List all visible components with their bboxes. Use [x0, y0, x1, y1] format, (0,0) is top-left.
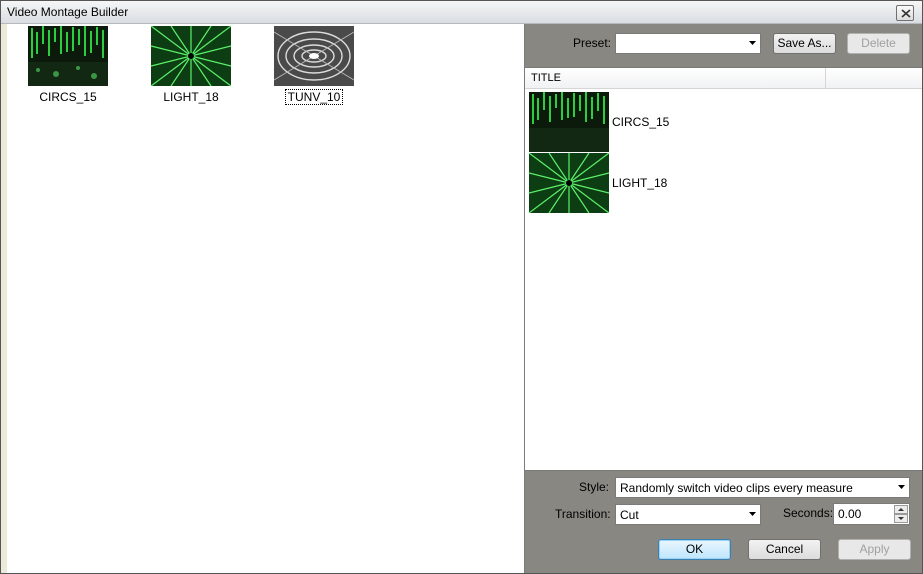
title-bar: Video Montage Builder	[1, 1, 922, 24]
preset-label: Preset:	[573, 36, 612, 50]
close-icon	[901, 9, 911, 18]
chevron-up-icon	[898, 508, 904, 511]
chevron-down-icon	[749, 41, 756, 45]
save-as-button[interactable]: Save As...	[773, 33, 836, 54]
montage-clip-list[interactable]: TITLE CIRCS_15 LIGHT_18	[525, 67, 922, 471]
chevron-down-icon	[898, 517, 904, 520]
list-header: TITLE	[525, 68, 922, 89]
clip-label: LIGHT_18	[163, 90, 219, 104]
transition-dropdown[interactable]: Cut	[615, 504, 761, 525]
style-label: Style:	[579, 480, 610, 494]
list-row[interactable]: LIGHT_18	[529, 153, 889, 213]
spin-up-button[interactable]	[894, 505, 908, 514]
video-montage-builder-window: Video Montage Builder CIRCS_15 LIGHT_18 …	[0, 0, 923, 574]
clip-item-tunv-10[interactable]: TUNV_10	[273, 26, 355, 105]
clip-thumbnail-tunv-10	[274, 26, 354, 86]
seconds-label: Seconds:	[783, 506, 834, 520]
transition-value: Cut	[620, 508, 639, 522]
clip-label: TUNV_10	[284, 89, 344, 105]
cancel-button[interactable]: Cancel	[748, 539, 821, 560]
delete-button[interactable]: Delete	[847, 33, 910, 54]
preset-dropdown[interactable]	[615, 33, 761, 54]
chevron-down-icon	[898, 485, 905, 489]
row-thumbnail-circs-15	[529, 92, 609, 152]
style-value: Randomly switch video clips every measur…	[620, 481, 853, 495]
column-header-title[interactable]: TITLE	[525, 68, 826, 89]
clip-item-circs-15[interactable]: CIRCS_15	[27, 26, 109, 104]
transition-label: Transition:	[555, 507, 611, 521]
seconds-field[interactable]: 0.00	[833, 503, 910, 525]
apply-button[interactable]: Apply	[838, 539, 911, 560]
spin-down-button[interactable]	[894, 514, 908, 523]
close-button[interactable]	[896, 5, 914, 21]
list-row[interactable]: CIRCS_15	[529, 92, 889, 152]
clip-label: CIRCS_15	[39, 90, 97, 104]
row-thumbnail-light-18	[529, 153, 609, 213]
ok-button[interactable]: OK	[658, 539, 731, 560]
clip-item-light-18[interactable]: LIGHT_18	[150, 26, 232, 104]
chevron-down-icon	[749, 512, 756, 516]
montage-settings-pane: Preset: Save As... Delete TITLE CIRCS_15…	[525, 24, 922, 573]
clip-thumbnail-light-18	[151, 26, 231, 86]
clip-thumbnail-circs-15	[28, 26, 108, 86]
style-dropdown[interactable]: Randomly switch video clips every measur…	[615, 477, 910, 498]
clip-library-pane[interactable]: CIRCS_15 LIGHT_18 TUNV_10	[7, 24, 525, 573]
row-label: CIRCS_15	[612, 115, 670, 129]
seconds-value: 0.00	[838, 507, 862, 521]
window-title: Video Montage Builder	[7, 5, 129, 19]
row-label: LIGHT_18	[612, 176, 668, 190]
